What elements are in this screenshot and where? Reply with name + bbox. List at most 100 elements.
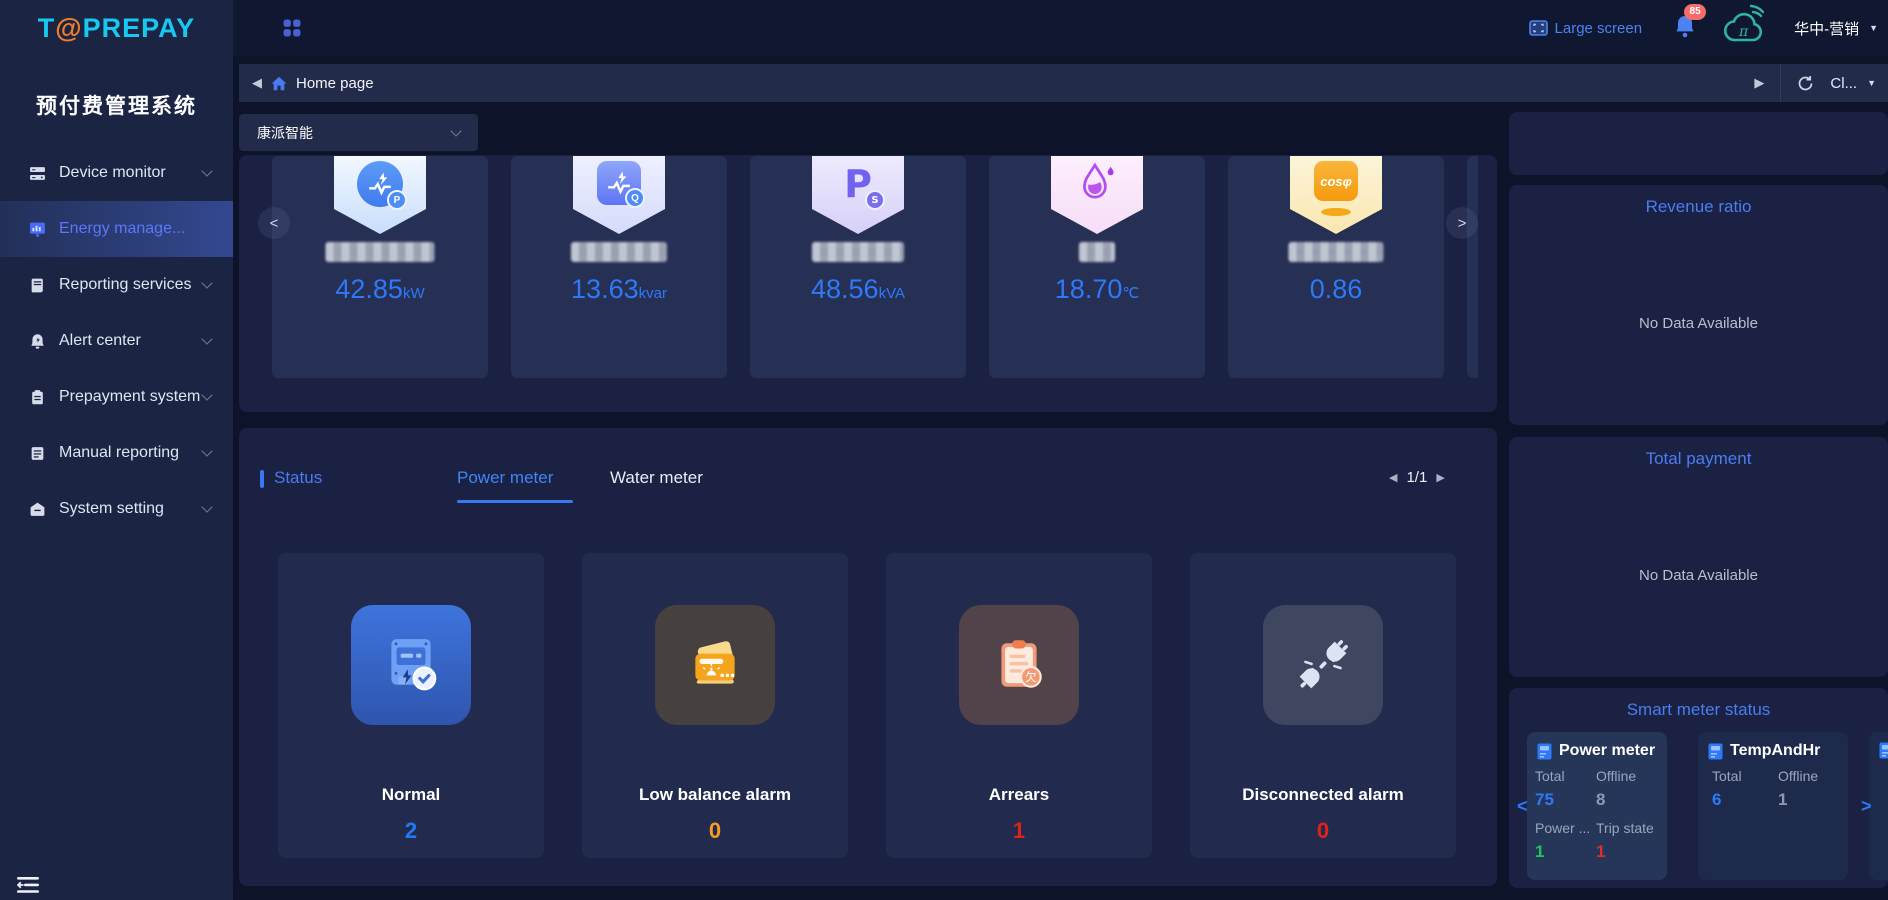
breadcrumb-page-title: Home page — [296, 75, 374, 92]
sidebar-menu: Device monitor Energy manage... Reportin… — [0, 145, 233, 537]
brand-logo: T@PREPAY — [0, 0, 233, 44]
breadcrumb-bar: ◀ Home page ▶ Cl... ▼ — [239, 64, 1888, 102]
stat-value: 1 — [1778, 790, 1787, 810]
stat-label: Offline — [1596, 768, 1636, 784]
smart-meter-cards: Power meter Total Offline 75 8 Power ...… — [1509, 732, 1888, 880]
large-screen-label: Large screen — [1555, 20, 1643, 37]
metric-unit: kVA — [879, 285, 905, 302]
sidebar-item-device-monitor[interactable]: Device monitor — [0, 145, 233, 201]
metric-pennant: Q — [573, 156, 665, 234]
metric-pennant — [1051, 156, 1143, 234]
blurred-label — [1289, 242, 1384, 262]
stat-label: Total — [1712, 768, 1742, 784]
smart-card-header — [1879, 742, 1888, 759]
status-card-low-balance[interactable]: Low balance alarm 0 — [582, 553, 848, 858]
smart-meter-status-title: Smart meter status — [1509, 700, 1888, 720]
carousel-next-button[interactable]: > — [1446, 207, 1478, 239]
section-title-bar — [260, 470, 264, 488]
metric-value: 18.70℃ — [989, 274, 1205, 305]
page-next-icon[interactable]: ▶ — [1436, 471, 1444, 484]
back-arrow-icon[interactable]: ◀ — [252, 75, 262, 91]
metric-card-active-power: P 42.85kW — [272, 156, 488, 378]
metric-unit: kW — [403, 285, 425, 302]
stat-value: 6 — [1712, 790, 1721, 810]
user-menu[interactable]: 华中-营销 ▼ — [1794, 18, 1878, 39]
metric-number: 0.86 — [1310, 274, 1363, 304]
metric-value: 0.86 — [1228, 274, 1444, 305]
status-card-value: 0 — [709, 818, 721, 844]
stat-label: Offline — [1778, 768, 1818, 784]
status-section-title: Status — [274, 468, 322, 488]
status-card-arrears[interactable]: 欠 Arrears 1 — [886, 553, 1152, 858]
sidebar-item-prepayment-system[interactable]: Prepayment system — [0, 369, 233, 425]
blurred-label — [326, 242, 435, 262]
page-prev-icon[interactable]: ◀ — [1389, 471, 1397, 484]
sidebar-item-manual-reporting[interactable]: Manual reporting — [0, 425, 233, 481]
sidebar-item-alert-center[interactable]: Alert center — [0, 313, 233, 369]
stat-value: 75 — [1535, 790, 1554, 810]
smart-card-clipped[interactable] — [1869, 732, 1888, 880]
org-select[interactable]: 康派智能 — [239, 114, 478, 151]
forward-arrow-icon[interactable]: ▶ — [1754, 75, 1764, 91]
dashboard-root: T@PREPAY 预付费管理系统 Device monitor Energy m… — [0, 0, 1888, 900]
svg-text:欠: 欠 — [1025, 670, 1036, 684]
status-card-label: Normal — [382, 785, 441, 805]
water-drop-icon — [1074, 161, 1120, 207]
chevron-down-icon — [201, 165, 212, 176]
sidebar-item-energy-management[interactable]: Energy manage... — [0, 201, 233, 257]
stat-value: 1 — [1535, 842, 1544, 862]
apps-grid-icon[interactable] — [283, 19, 301, 37]
status-card-label: Arrears — [989, 785, 1050, 805]
clock-dropdown[interactable]: Cl... ▼ — [1830, 75, 1876, 92]
iot-cloud-logo[interactable]: π — [1722, 4, 1768, 53]
status-card-label: Low balance alarm — [639, 785, 791, 805]
smart-card-temp-and-hr[interactable]: TempAndHr Total Offline 6 1 — [1698, 732, 1848, 880]
smart-card-header: Power meter — [1537, 742, 1655, 760]
breadcrumb: ◀ Home page — [252, 64, 374, 102]
breadcrumb-tools: ▶ Cl... ▼ — [1754, 64, 1876, 102]
refresh-icon[interactable] — [1797, 75, 1814, 92]
badge-letter: S — [865, 190, 885, 210]
metric-card-power-factor: cosφ 0.86 — [1228, 156, 1444, 378]
metric-number: 13.63 — [571, 274, 639, 304]
sidebar-item-system-setting[interactable]: System setting — [0, 481, 233, 537]
smart-cards-prev-icon[interactable]: < — [1517, 796, 1528, 817]
temp-meter-icon — [1708, 743, 1723, 760]
sidebar-item-reporting-services[interactable]: Reporting services — [0, 257, 233, 313]
sidebar-item-label: Device monitor — [59, 164, 166, 182]
sidebar-collapse-icon[interactable] — [17, 876, 39, 894]
metric-card-temperature: 18.70℃ — [989, 156, 1205, 378]
smart-card-power-meter[interactable]: Power meter Total Offline 75 8 Power ...… — [1527, 732, 1667, 880]
topbar-actions: Large screen 85 π 华中-营销 ▼ — [1529, 0, 1878, 56]
metrics-panel: P 42.85kW Q 13.63kvar P — [239, 155, 1497, 412]
carousel-prev-button[interactable]: < — [258, 207, 290, 239]
device-monitor-icon — [29, 165, 46, 182]
sidebar: T@PREPAY 预付费管理系统 Device monitor Energy m… — [0, 0, 233, 900]
stat-label: Total — [1535, 768, 1565, 784]
chevron-down-icon — [201, 277, 212, 288]
smart-cards-next-icon[interactable]: > — [1861, 796, 1872, 817]
status-card-normal[interactable]: Normal 2 — [278, 553, 544, 858]
metric-number: 18.70 — [1055, 274, 1123, 304]
chevron-down-icon — [450, 125, 461, 136]
energy-management-icon — [29, 221, 46, 238]
chevron-down-icon — [201, 389, 212, 400]
metric-pennant: cosφ — [1290, 156, 1382, 234]
status-cards: Normal 2 Low balance alarm 0 欠 Arrears 1 — [278, 553, 1456, 858]
revenue-ratio-panel: Revenue ratio No Data Available — [1509, 185, 1888, 425]
tab-water-meter[interactable]: Water meter — [610, 468, 703, 488]
metric-pennant: P S — [812, 156, 904, 234]
notifications-button[interactable]: 85 — [1674, 14, 1696, 43]
sidebar-item-label: Alert center — [59, 332, 141, 350]
large-screen-button[interactable]: Large screen — [1529, 20, 1643, 37]
metric-card-clipped — [1467, 156, 1478, 378]
sidebar-item-label: System setting — [59, 500, 164, 518]
chevron-down-icon — [201, 333, 212, 344]
blurred-label — [1079, 242, 1115, 262]
low-balance-icon — [655, 605, 775, 725]
caret-down-icon: ▼ — [1867, 78, 1876, 88]
tab-power-meter[interactable]: Power meter — [457, 468, 553, 488]
system-title: 预付费管理系统 — [0, 90, 233, 120]
status-card-disconnected[interactable]: Disconnected alarm 0 — [1190, 553, 1456, 858]
logo-text: T — [38, 13, 56, 43]
